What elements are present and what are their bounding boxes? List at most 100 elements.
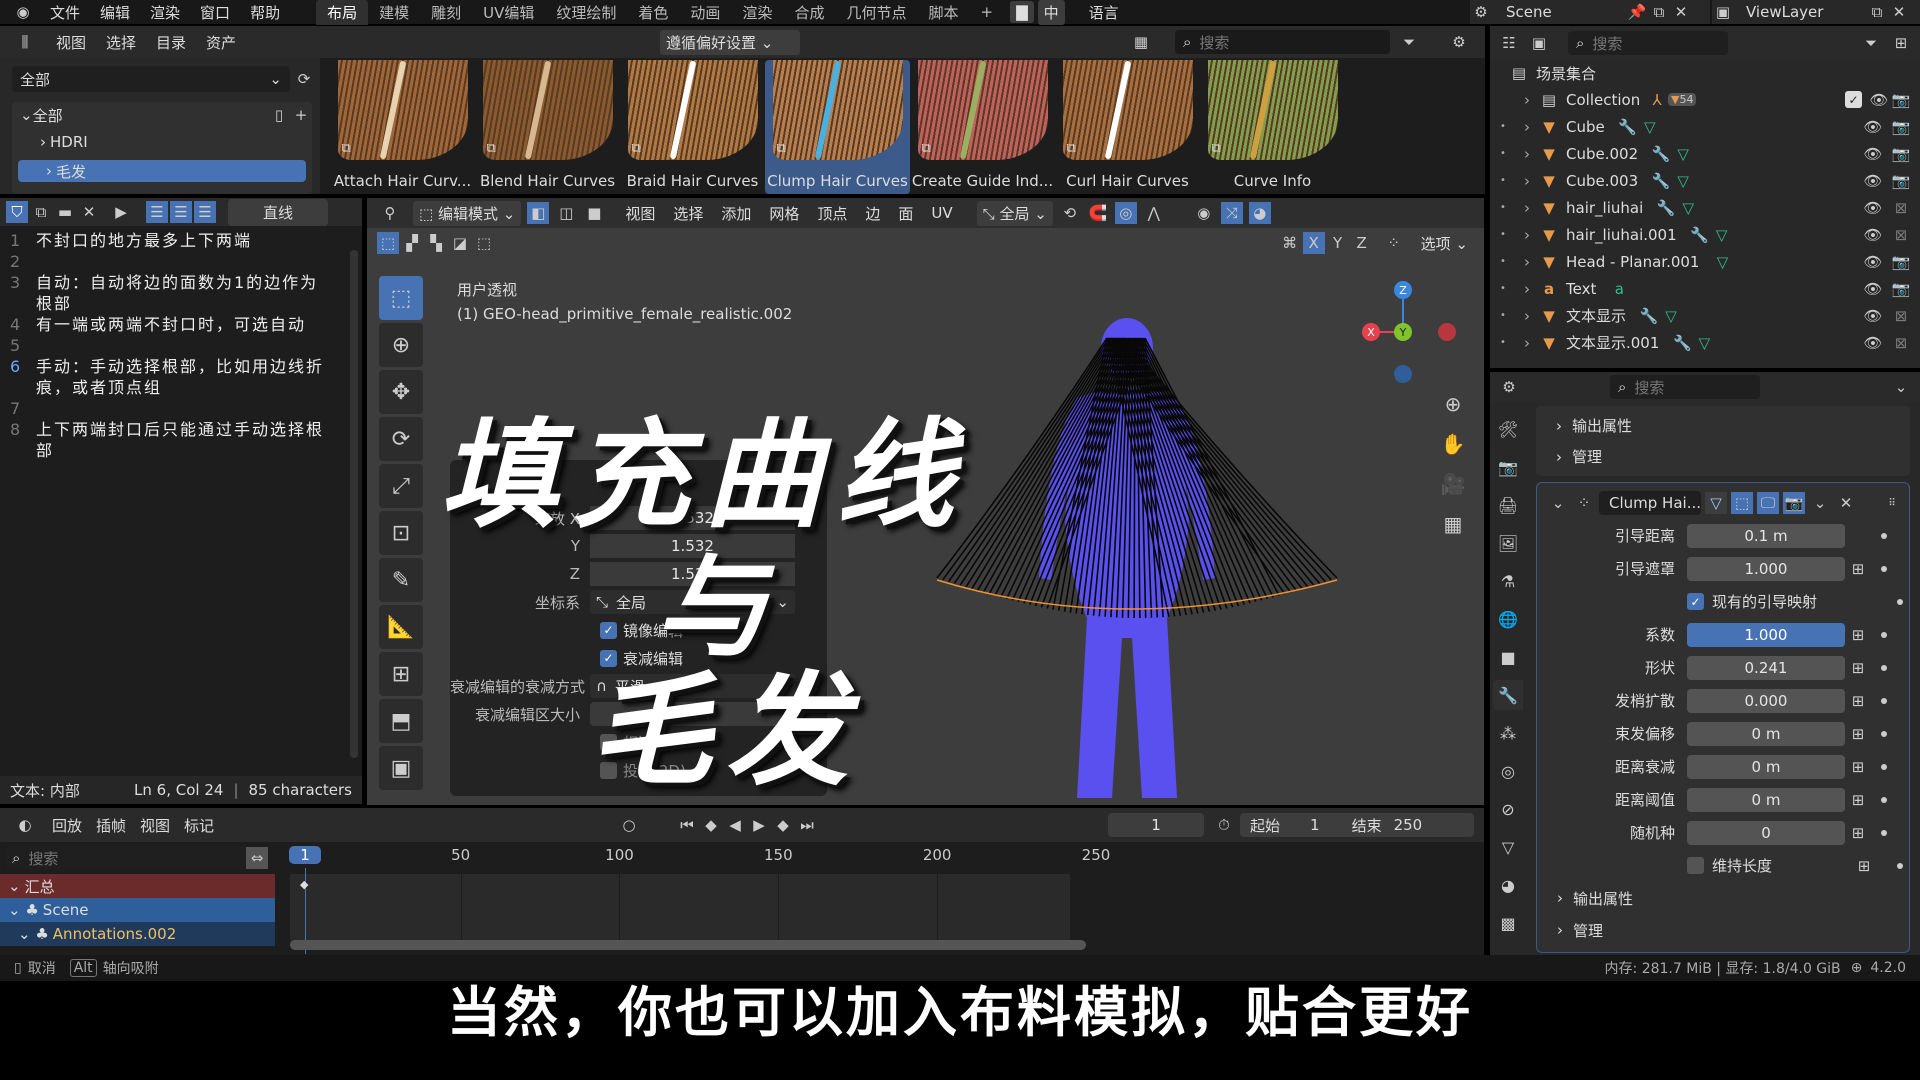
object-name[interactable]: Cube.003 xyxy=(1566,172,1638,190)
mesh-data-icon[interactable]: ▽ xyxy=(1711,251,1733,273)
expand-chevron-icon[interactable]: › xyxy=(1524,280,1530,298)
scene-collection-row[interactable]: ▤ 场景集合 xyxy=(1490,60,1920,86)
object-name[interactable]: hair_liuhai xyxy=(1566,199,1643,217)
render-camera-icon[interactable]: 📷 xyxy=(1890,89,1912,111)
drag-handle-icon[interactable]: ⠿ xyxy=(1881,492,1903,514)
menu-item[interactable]: 帮助 xyxy=(240,2,290,23)
edge-select-icon[interactable]: ◫ xyxy=(555,202,577,224)
editor-type-icon[interactable]: ⫼ xyxy=(14,31,36,53)
keyframe-dot[interactable] xyxy=(1881,565,1887,572)
modifier-wrench-icon[interactable]: 🔧 xyxy=(1493,680,1523,710)
asset-tile[interactable]: ⧉ Blend Hair Curves xyxy=(475,60,620,194)
new-scene-icon[interactable]: ⧉ xyxy=(1648,1,1670,23)
text-scrollbar[interactable] xyxy=(350,250,358,758)
open-folder-icon[interactable]: ▬ xyxy=(54,201,76,223)
keyframe-dot[interactable] xyxy=(1881,730,1887,737)
rotate-icon[interactable]: ⟳ xyxy=(379,417,423,461)
viewport-toggle-icon[interactable]: 🖵 xyxy=(1757,492,1779,514)
asset-menu-item[interactable]: 目录 xyxy=(156,32,186,53)
workspace-tab[interactable]: 雕刻 xyxy=(420,0,472,25)
render-camera-icon[interactable]: 📷 xyxy=(1890,278,1912,300)
visibility-eye-icon[interactable]: 👁 xyxy=(1862,170,1884,192)
particles-icon[interactable]: ⁂ xyxy=(1493,718,1523,748)
object-icon[interactable]: ■ xyxy=(1493,642,1523,672)
pan-hand-icon[interactable]: ✋ xyxy=(1437,428,1469,460)
chevron-down-icon[interactable]: ⌄ xyxy=(1890,376,1912,398)
text-line[interactable]: 4 有一端或两端不封口时，可选自动 xyxy=(0,314,362,335)
camera-view-icon[interactable]: 🎥 xyxy=(1437,468,1469,500)
current-frame-field[interactable]: 1 xyxy=(1108,813,1204,837)
text-line[interactable]: 8 上下两端封口后只能通过手动选择根部 xyxy=(0,419,362,461)
expand-chevron-icon[interactable]: › xyxy=(1524,145,1530,163)
render-disabled-icon[interactable]: ⊠ xyxy=(1890,305,1912,327)
add-cube-icon[interactable]: ⊞ xyxy=(379,652,423,696)
add-workspace-button[interactable]: + xyxy=(969,1,1004,23)
run-script-icon[interactable]: ▶ xyxy=(110,201,132,223)
timeline-menu-item[interactable]: 标记 xyxy=(184,815,214,836)
asset-tile[interactable]: ⧉ Attach Hair Curv... xyxy=(330,60,475,194)
viewport-menu-item[interactable]: 顶点 xyxy=(817,203,847,224)
attribute-toggle-icon[interactable]: ⊞ xyxy=(1847,690,1869,712)
tree-item-all[interactable]: ⌄ 全部 ▯ + xyxy=(12,102,312,128)
property-value-field[interactable]: 0 xyxy=(1687,820,1845,845)
mirror-z-toggle[interactable]: Z xyxy=(1351,232,1373,254)
visibility-eye-icon[interactable]: 👁 xyxy=(1862,305,1884,327)
proportional-edit-icon[interactable]: ◎ xyxy=(1114,202,1137,224)
gizmo-icon[interactable]: ⤨ xyxy=(1220,202,1243,224)
auto-merge-icon[interactable]: ⁘ xyxy=(1383,232,1405,254)
select-invert-icon[interactable]: ◪ xyxy=(449,232,471,254)
syntax-highlight-icon[interactable]: ☰ xyxy=(194,201,216,223)
options-dropdown[interactable]: 选项 ⌄ xyxy=(1414,230,1474,256)
channel-search-input[interactable]: ⌕ 搜索 ⇔ xyxy=(6,846,268,870)
attribute-toggle-icon[interactable]: ⊞ xyxy=(1847,624,1869,646)
visibility-eye-icon[interactable]: 👁 xyxy=(1862,197,1884,219)
filter-icon[interactable]: ⏷ xyxy=(1398,31,1420,53)
workspace-tab[interactable]: UV编辑 xyxy=(472,0,545,25)
blender-logo-icon[interactable]: ◉ xyxy=(12,1,34,23)
filter-icon[interactable]: ⏷ xyxy=(1860,32,1882,54)
shield-icon[interactable]: ⛉ xyxy=(6,201,28,223)
mesh-data-icon[interactable]: ▽ xyxy=(1660,305,1682,327)
tool-icon[interactable]: 🛠 xyxy=(1493,414,1523,444)
falloff-icon[interactable]: ⋀ xyxy=(1143,202,1165,224)
library-dropdown[interactable]: 全部 ⌄ xyxy=(12,66,290,92)
visibility-eye-icon[interactable]: 👁 xyxy=(1862,224,1884,246)
property-value-field[interactable]: 0 m xyxy=(1687,754,1845,779)
wrench-modifier-icon[interactable]: 🔧 xyxy=(1638,305,1660,327)
outliner-row[interactable]: • › a Text a 👁 📷 xyxy=(1490,275,1920,302)
ortho-grid-icon[interactable]: ▦ xyxy=(1437,508,1469,540)
overlay-icon[interactable]: ◕ xyxy=(1248,202,1271,224)
world-icon[interactable]: 🌐 xyxy=(1493,604,1523,634)
stopwatch-icon[interactable]: ⏱ xyxy=(1213,814,1235,836)
visibility-eye-icon[interactable]: 👁 xyxy=(1862,143,1884,165)
property-value-field[interactable]: 0 m xyxy=(1687,787,1845,812)
keying-icon[interactable]: ○ xyxy=(618,814,640,836)
move-icon[interactable]: ✥ xyxy=(379,370,423,414)
visibility-eye-icon[interactable]: 👁 xyxy=(1862,332,1884,354)
texture-icon[interactable]: ▩ xyxy=(1493,908,1523,938)
zoom-icon[interactable]: ⊕ xyxy=(1437,388,1469,420)
scene-selector[interactable]: Scene xyxy=(1506,3,1626,21)
new-view-layer-icon[interactable]: ⧉ xyxy=(1866,1,1888,23)
outliner-row[interactable]: • › ▼ Cube.003 🔧 ▽ 👁 📷 xyxy=(1490,167,1920,194)
attribute-toggle-icon[interactable]: ⊞ xyxy=(1847,657,1869,679)
outliner-row[interactable]: • › ▼ hair_liuhai 🔧 ▽ 👁 ⊠ xyxy=(1490,194,1920,221)
view-layer-selector[interactable]: ViewLayer xyxy=(1746,3,1866,21)
collapse-chevron-icon[interactable]: ⌄ xyxy=(1547,492,1569,514)
jump-end-icon[interactable]: ⏭ xyxy=(796,814,818,836)
pin-icon[interactable]: 📌 xyxy=(1626,1,1648,23)
render-disabled-icon[interactable]: ⊠ xyxy=(1890,197,1912,219)
next-keyframe-icon[interactable]: ◆ xyxy=(772,814,794,836)
text-line[interactable]: 7 xyxy=(0,398,362,419)
workspace-tab[interactable]: 脚本 xyxy=(917,0,969,25)
outliner-search-input[interactable]: ⌕ 搜索 xyxy=(1568,31,1728,55)
property-value-field[interactable]: 0.000 xyxy=(1687,688,1845,713)
workspace-tab[interactable]: 合成 xyxy=(783,0,835,25)
expand-chevron-icon[interactable]: › xyxy=(1524,172,1530,190)
menu-item[interactable]: 文件 xyxy=(40,2,90,23)
properties-search-input[interactable]: ⌕ 搜索 xyxy=(1610,375,1760,399)
property-value-field[interactable]: 1.000 xyxy=(1687,622,1845,647)
timeline-menu-item[interactable]: 视图 xyxy=(140,815,170,836)
visibility-icon[interactable]: ◉ xyxy=(1193,202,1215,224)
property-value-field[interactable]: 0.1 m xyxy=(1687,523,1845,548)
